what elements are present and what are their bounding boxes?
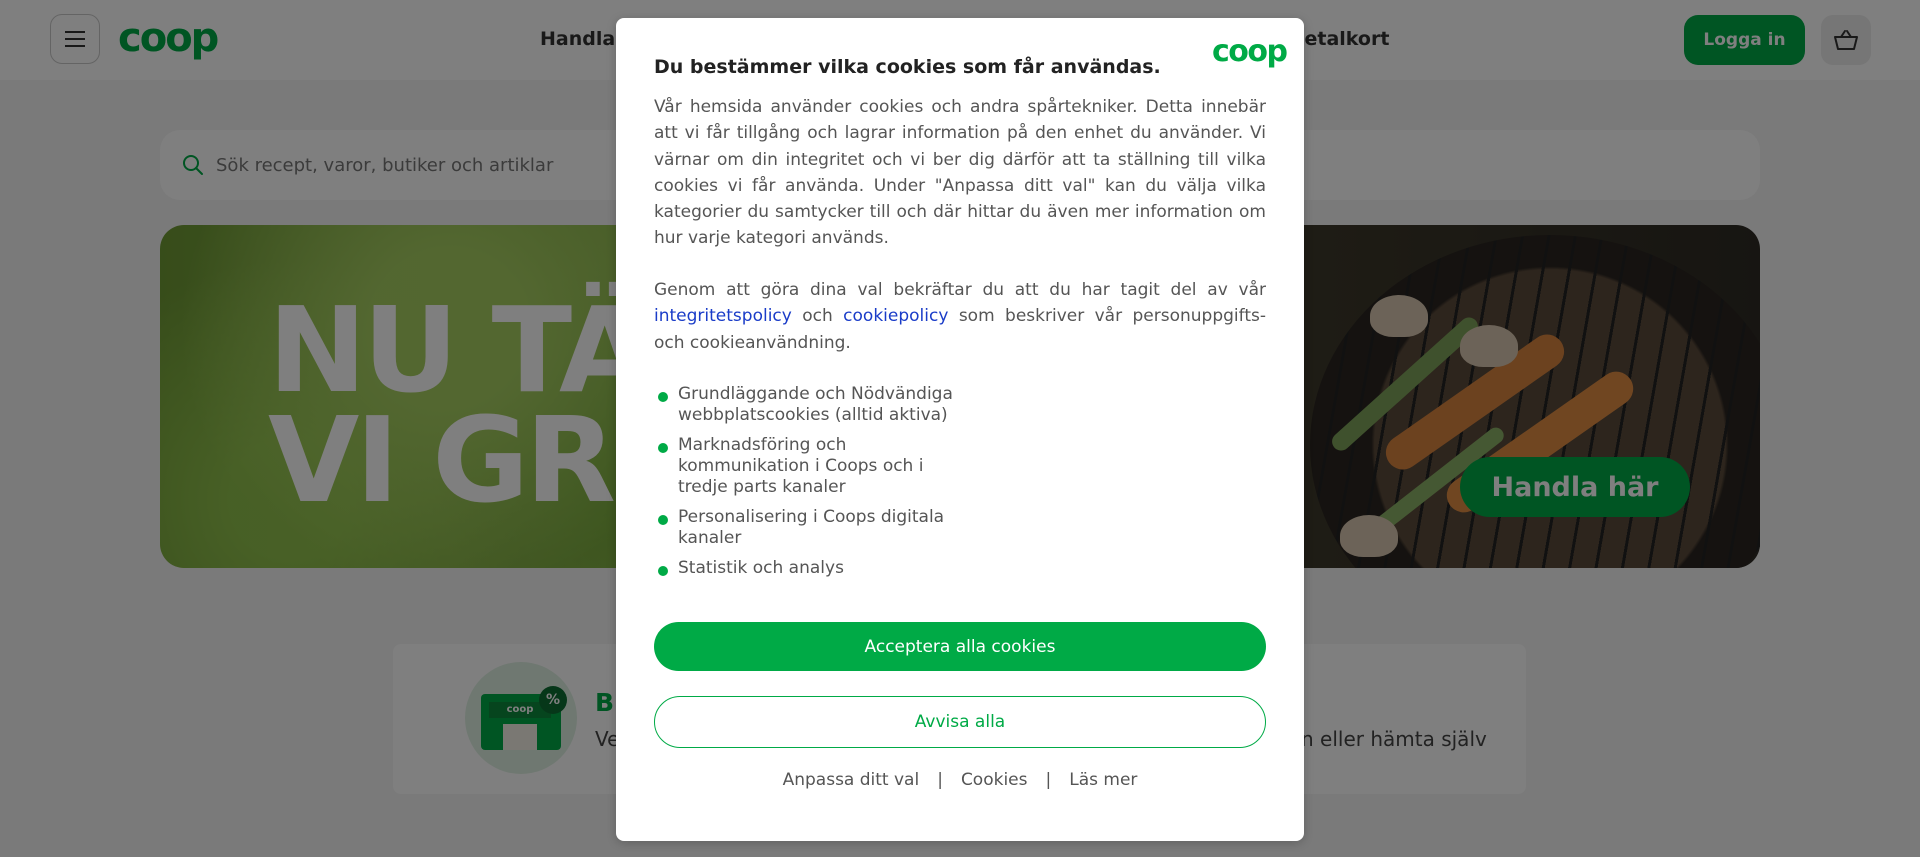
cookie-policy-link[interactable]: cookiepolicy (843, 306, 948, 326)
policy-text-part: och (791, 306, 844, 327)
policy-text-part: Genom att göra dina val bekräftar du att… (654, 280, 1266, 300)
cookie-category-item: Marknadsföring och kommunikation i Coops… (654, 435, 974, 498)
customize-choice-link[interactable]: Anpassa ditt val (783, 770, 920, 790)
separator: | (1045, 770, 1052, 790)
cookie-policy-text: Genom att göra dina val bekräftar du att… (654, 277, 1266, 356)
cookie-category-item: Personalisering i Coops digitala kanaler (654, 507, 974, 549)
coop-logo: coop (1212, 34, 1288, 69)
cookie-category-item: Grundläggande och Nödvändiga webbplatsco… (654, 384, 974, 426)
cookie-intro-text: Vår hemsida använder cookies och andra s… (654, 97, 1266, 249)
cookie-footer-links: Anpassa ditt val | Cookies | Läs mer (616, 770, 1304, 790)
cookie-category-item: Statistik och analys (654, 558, 974, 579)
reject-all-button[interactable]: Avvisa alla (654, 696, 1266, 748)
separator: | (937, 770, 943, 790)
cookie-dialog-title: Du bestämmer vilka cookies som får använ… (654, 56, 1161, 78)
cookie-category-list: Grundläggande och Nödvändiga webbplatsco… (654, 384, 974, 588)
privacy-policy-link[interactable]: integritetspolicy (654, 306, 792, 326)
cookie-consent-dialog: coop Du bestämmer vilka cookies som får … (616, 18, 1304, 841)
read-more-link[interactable]: Läs mer (1069, 770, 1137, 790)
cookies-link[interactable]: Cookies (961, 770, 1028, 790)
accept-all-cookies-button[interactable]: Acceptera alla cookies (654, 622, 1266, 671)
